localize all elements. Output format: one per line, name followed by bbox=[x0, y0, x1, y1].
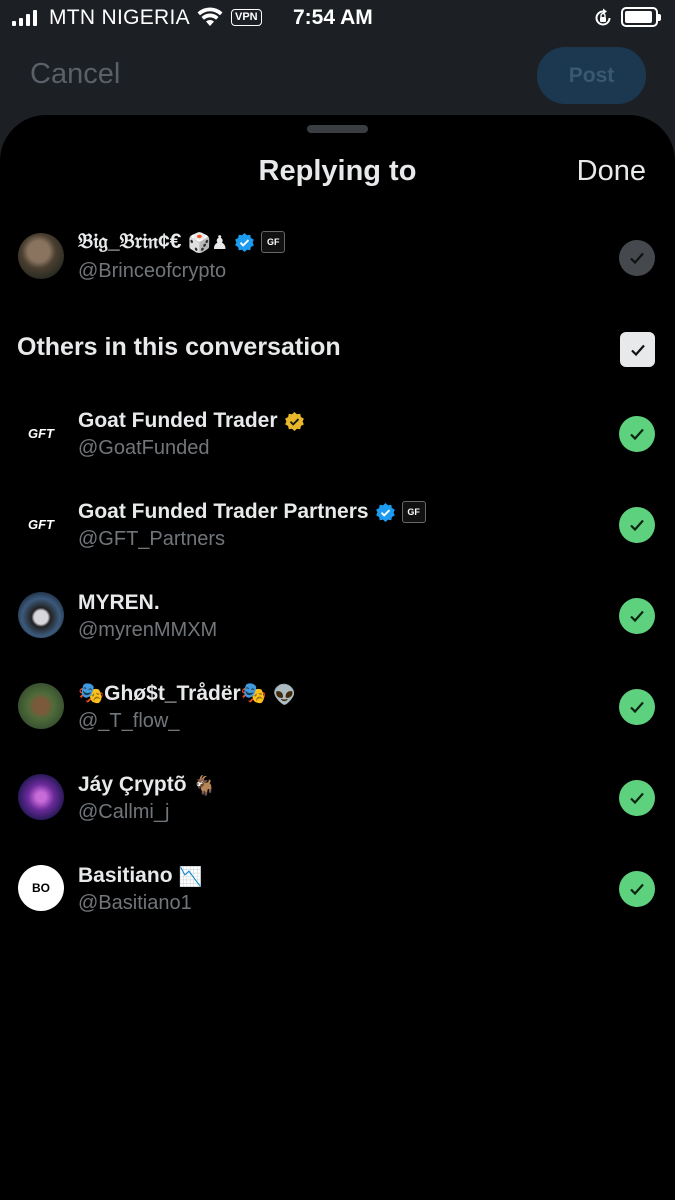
user-row[interactable]: 🎭Ghø$t_Trådër🎭 👽 @_T_flow_ bbox=[0, 666, 675, 748]
avatar: GFT bbox=[18, 410, 64, 456]
gold-verified-badge-icon bbox=[284, 411, 304, 431]
user-row[interactable]: MYREN. @myrenMMXM bbox=[0, 575, 675, 657]
user-row[interactable]: Jáy Çryptõ 🐐 @Callmi_j bbox=[0, 757, 675, 839]
user-handle: @_T_flow_ bbox=[78, 710, 180, 732]
user-display-name: Goat Funded Trader Partners bbox=[78, 500, 369, 523]
selected-check-icon[interactable] bbox=[619, 871, 655, 907]
user-handle: @myrenMMXM bbox=[78, 619, 218, 641]
affiliate-badge-icon: GF bbox=[401, 501, 426, 523]
user-display-name: MYREN. bbox=[78, 591, 160, 614]
sheet-grabber[interactable] bbox=[307, 125, 368, 133]
selected-check-icon[interactable] bbox=[619, 689, 655, 725]
user-display-name: Goat Funded Trader bbox=[78, 409, 278, 432]
alien-emoji: 👽 bbox=[272, 683, 297, 706]
user-name: Goat Funded Trader Partners GF bbox=[78, 500, 426, 524]
selected-check-icon[interactable] bbox=[619, 240, 655, 276]
user-row[interactable]: GFT Goat Funded Trader @GoatFunded bbox=[0, 393, 675, 475]
avatar bbox=[18, 683, 64, 729]
verified-badge-icon bbox=[235, 232, 255, 252]
user-display-name: Jáy Çryptõ bbox=[78, 773, 187, 796]
section-title: Others in this conversation bbox=[17, 333, 341, 361]
primary-user-row[interactable]: 𝔅𝔦𝔤_𝔅𝔯𝔦𝔫¢€ 🎲♟ GF @Brinceofcrypto bbox=[0, 215, 675, 297]
user-handle: @Callmi_j bbox=[78, 801, 170, 823]
user-handle: @GFT_Partners bbox=[78, 528, 226, 550]
select-all-checkbox[interactable] bbox=[620, 332, 655, 367]
rotation-lock-icon bbox=[595, 8, 611, 26]
cancel-button[interactable]: Cancel bbox=[30, 58, 120, 91]
user-handle: @GoatFunded bbox=[78, 437, 210, 459]
replying-to-sheet: Replying to Done 𝔅𝔦𝔤_𝔅𝔯𝔦𝔫¢€ 🎲♟ GF @Brinc… bbox=[0, 115, 675, 1200]
clock: 7:54 AM bbox=[293, 6, 373, 29]
done-button[interactable]: Done bbox=[577, 155, 646, 188]
verified-badge-icon bbox=[375, 502, 395, 522]
sheet-title: Replying to bbox=[258, 155, 417, 187]
user-name: Goat Funded Trader bbox=[78, 409, 305, 433]
wifi-icon bbox=[197, 7, 223, 26]
avatar: BO bbox=[18, 865, 64, 911]
status-bar: MTN NIGERIA VPN 7:54 AM bbox=[0, 0, 675, 38]
user-name: Jáy Çryptõ 🐐 bbox=[78, 773, 216, 797]
avatar bbox=[18, 233, 64, 279]
avatar bbox=[18, 592, 64, 638]
user-name: MYREN. bbox=[78, 591, 160, 615]
user-name-emojis: 🎲♟ bbox=[187, 231, 229, 254]
user-row[interactable]: GFT Goat Funded Trader Partners GF @GFT_… bbox=[0, 484, 675, 566]
chart-decreasing-emoji: 📉 bbox=[178, 865, 203, 888]
user-display-name: 𝔅𝔦𝔤_𝔅𝔯𝔦𝔫¢€ bbox=[78, 230, 182, 253]
cellular-signal-icon bbox=[12, 10, 37, 26]
avatar bbox=[18, 774, 64, 820]
user-display-name: Basitiano bbox=[78, 864, 173, 887]
avatar: GFT bbox=[18, 501, 64, 547]
user-name: 𝔅𝔦𝔤_𝔅𝔯𝔦𝔫¢€ 🎲♟ GF bbox=[78, 230, 286, 254]
user-row[interactable]: BO Basitiano 📉 @Basitiano1 bbox=[0, 848, 675, 930]
user-display-name: 🎭Ghø$t_Trådër🎭 bbox=[78, 682, 267, 705]
user-handle: @Basitiano1 bbox=[78, 892, 192, 914]
carrier-name: MTN NIGERIA bbox=[49, 6, 190, 29]
vpn-badge: VPN bbox=[231, 9, 262, 26]
selected-check-icon[interactable] bbox=[619, 416, 655, 452]
user-name: Basitiano 📉 bbox=[78, 864, 202, 888]
battery-icon bbox=[621, 7, 661, 27]
selected-check-icon[interactable] bbox=[619, 507, 655, 543]
selected-check-icon[interactable] bbox=[619, 598, 655, 634]
post-button[interactable]: Post bbox=[537, 47, 646, 104]
affiliate-badge-icon: GF bbox=[261, 231, 286, 253]
user-name: 🎭Ghø$t_Trådër🎭 👽 bbox=[78, 682, 297, 706]
selected-check-icon[interactable] bbox=[619, 780, 655, 816]
goat-emoji: 🐐 bbox=[192, 774, 217, 797]
user-handle: @Brinceofcrypto bbox=[78, 260, 227, 282]
